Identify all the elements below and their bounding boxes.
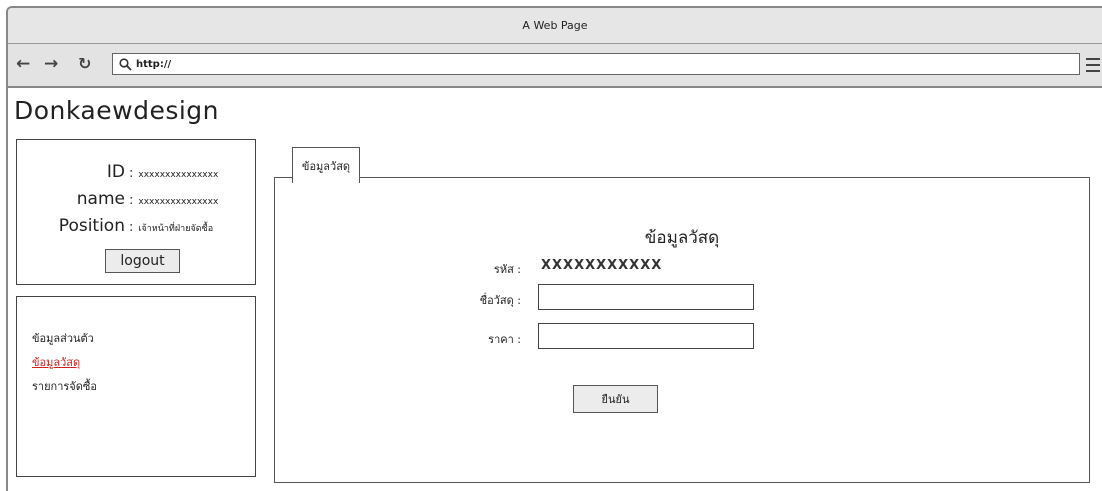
- search-icon: [119, 57, 132, 71]
- code-label: รหัส :: [493, 263, 521, 276]
- code-value: XXXXXXXXXXX: [541, 258, 663, 273]
- sidebar-item-purchase-list[interactable]: รายการจัดซื้อ: [32, 377, 97, 395]
- price-label: ราคา :: [488, 333, 521, 346]
- material-name-label: ชื่อวัสดุ :: [479, 294, 521, 307]
- user-name-row: name : xxxxxxxxxxxxxxx: [17, 189, 255, 211]
- back-arrow-icon[interactable]: ←: [16, 56, 30, 73]
- user-id-value: xxxxxxxxxxxxxxx: [138, 170, 219, 180]
- user-id-row: ID : xxxxxxxxxxxxxxx: [17, 162, 255, 184]
- hamburger-menu-icon[interactable]: [1086, 58, 1100, 76]
- confirm-button[interactable]: ยืนยัน: [573, 385, 658, 413]
- reload-icon[interactable]: ↻: [78, 56, 91, 72]
- material-form-panel: ข้อมูลวัสดุ รหัส : XXXXXXXXXXX ชื่อวัสดุ…: [274, 177, 1090, 483]
- user-position-value: เจ้าหน้าที่ฝ่ายจัดซื้อ: [138, 224, 214, 234]
- material-name-field[interactable]: [538, 284, 754, 310]
- sidebar-menu: ข้อมูลส่วนตัว ข้อมูลวัสดุ รายการจัดซื้อ: [16, 296, 256, 477]
- forward-arrow-icon[interactable]: →: [44, 56, 58, 73]
- address-bar[interactable]: http://: [112, 53, 1080, 75]
- user-name-label: name: [76, 189, 125, 209]
- address-bar-url: http://: [136, 58, 172, 70]
- price-field[interactable]: [538, 323, 754, 349]
- form-title: ข้อมูลวัสดุ: [644, 228, 720, 248]
- window-title: A Web Page: [522, 19, 588, 32]
- user-position-row: Position : เจ้าหน้าที่ฝ่ายจัดซื้อ: [17, 216, 255, 238]
- logout-button[interactable]: logout: [105, 249, 180, 273]
- user-position-label: Position: [58, 216, 125, 236]
- tab-material-info[interactable]: ข้อมูลวัสดุ: [292, 147, 360, 183]
- user-id-label: ID: [106, 162, 125, 182]
- browser-toolbar: ← → ↻ http://: [8, 44, 1102, 88]
- user-info-panel: ID : xxxxxxxxxxxxxxx name : xxxxxxxxxxxx…: [16, 139, 256, 285]
- sidebar-item-personal-info[interactable]: ข้อมูลส่วนตัว: [32, 329, 94, 347]
- site-logo-text: Donkaewdesign: [14, 96, 220, 125]
- window-titlebar: A Web Page: [8, 8, 1102, 44]
- user-name-value: xxxxxxxxxxxxxxx: [138, 197, 219, 207]
- sidebar-item-material-info[interactable]: ข้อมูลวัสดุ: [32, 353, 80, 371]
